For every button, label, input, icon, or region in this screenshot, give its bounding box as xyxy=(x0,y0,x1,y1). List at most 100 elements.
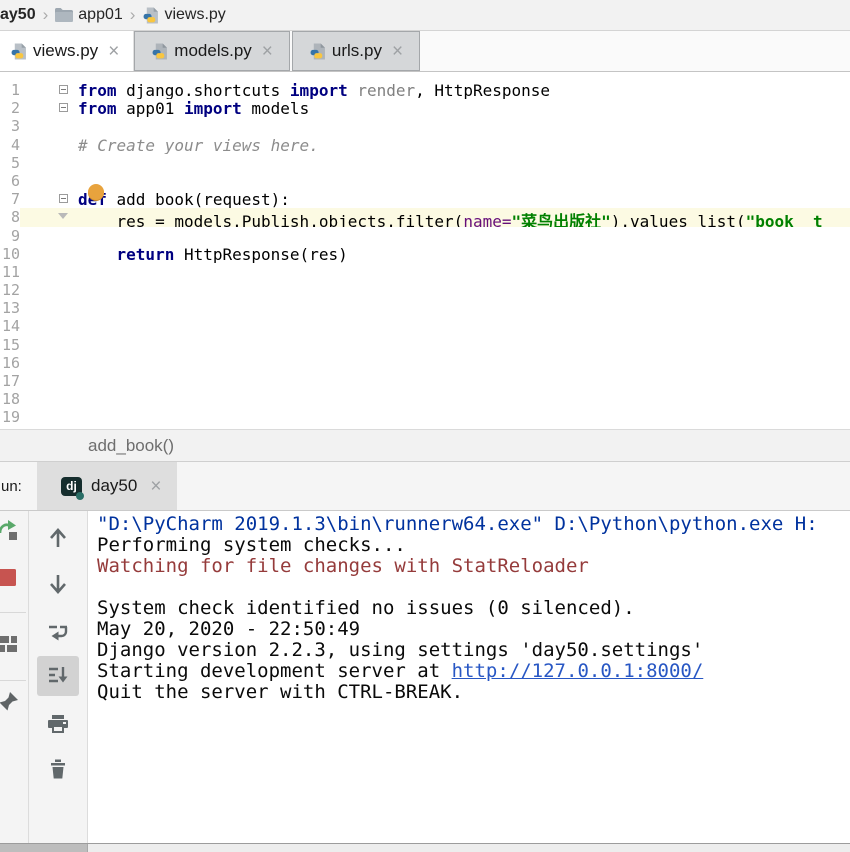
fold-marker-icon[interactable] xyxy=(59,103,68,112)
editor-line: 10 return HttpResponse(res) xyxy=(0,245,850,263)
line-number: 7 xyxy=(0,190,20,208)
running-status-dot xyxy=(76,492,84,500)
editor-line: 11 xyxy=(0,263,850,281)
current-function-label[interactable]: add_book() xyxy=(88,436,174,456)
editor-line: 18 xyxy=(0,390,850,408)
line-number: 4 xyxy=(0,136,20,154)
run-console-output[interactable]: "D:\PyCharm 2019.1.3\bin\runnerw64.exe" … xyxy=(88,511,850,843)
structure-bar: add_book() xyxy=(0,429,850,462)
fold-marker-icon[interactable] xyxy=(58,213,68,219)
run-panel-header: un: dj day50 × xyxy=(0,462,850,511)
breadcrumb-item-file[interactable]: views.py xyxy=(164,6,225,24)
line-number: 13 xyxy=(0,299,20,317)
console-line: "D:\PyCharm 2019.1.3\bin\runnerw64.exe" … xyxy=(97,514,850,535)
editor-line: 2from app01 import models xyxy=(0,99,850,117)
python-file-icon xyxy=(142,7,159,24)
editor-line: 19 xyxy=(0,408,850,426)
soft-wrap-button[interactable] xyxy=(46,620,70,644)
restore-layout-button[interactable] xyxy=(0,632,20,656)
tab-views-py[interactable]: views.py × xyxy=(0,31,134,71)
console-line: Starting development server at http://12… xyxy=(97,661,850,682)
python-file-icon xyxy=(10,43,27,60)
editor-line: 17 xyxy=(0,372,850,390)
editor-line: 4# Create your views here. xyxy=(0,136,850,154)
tab-urls-py[interactable]: urls.py × xyxy=(292,31,420,71)
pin-tab-button[interactable] xyxy=(0,689,20,713)
django-icon: dj xyxy=(61,477,82,496)
python-file-icon xyxy=(151,43,168,60)
editor-line: 1from django.shortcuts import render, Ht… xyxy=(0,81,850,99)
tab-label: urls.py xyxy=(332,41,382,61)
editor-line: 12 xyxy=(0,281,850,299)
editor-line: 14 xyxy=(0,317,850,335)
line-number: 3 xyxy=(0,117,20,135)
scrollbar-track[interactable] xyxy=(88,844,850,852)
editor-line: 6 xyxy=(0,172,850,190)
breadcrumb: ay50 › app01 › views.py xyxy=(0,0,850,31)
line-number: 2 xyxy=(0,99,20,117)
close-icon[interactable]: × xyxy=(108,42,119,61)
line-number: 16 xyxy=(0,354,20,372)
scrollbar-thumb[interactable] xyxy=(0,844,88,852)
run-toolbar-left xyxy=(0,511,29,843)
close-icon[interactable]: × xyxy=(262,42,273,61)
console-line: Watching for file changes with StatReloa… xyxy=(97,556,850,577)
editor-line: 5 xyxy=(0,154,850,172)
tab-label: models.py xyxy=(174,41,251,61)
line-number: 9 xyxy=(0,227,20,245)
line-number: 17 xyxy=(0,372,20,390)
server-url-link[interactable]: http://127.0.0.1:8000/ xyxy=(452,660,704,682)
folder-icon xyxy=(55,8,73,22)
run-toolbar-console xyxy=(29,511,88,843)
console-line: System check identified no issues (0 sil… xyxy=(97,598,850,619)
console-line: May 20, 2020 - 22:50:49 xyxy=(97,619,850,640)
line-number: 12 xyxy=(0,281,20,299)
editor-line: 16 xyxy=(0,354,850,372)
code-editor[interactable]: 1from django.shortcuts import render, Ht… xyxy=(0,72,850,429)
fold-marker-icon[interactable] xyxy=(59,194,68,203)
fold-marker-icon[interactable] xyxy=(59,85,68,94)
editor-line: 7def add_book(request): xyxy=(0,190,850,208)
editor-line: 9 xyxy=(0,227,850,245)
line-number: 11 xyxy=(0,263,20,281)
up-stacktrace-button[interactable] xyxy=(46,526,70,550)
scroll-to-end-button[interactable] xyxy=(46,664,70,688)
toolbar-separator xyxy=(0,680,26,681)
tab-models-py[interactable]: models.py × xyxy=(134,31,290,71)
run-panel: "D:\PyCharm 2019.1.3\bin\runnerw64.exe" … xyxy=(0,511,850,843)
breadcrumb-item-project[interactable]: ay50 xyxy=(0,6,36,24)
intention-bulb-icon[interactable] xyxy=(88,184,104,200)
breadcrumb-item-app01[interactable]: app01 xyxy=(78,6,123,24)
horizontal-scrollbar[interactable] xyxy=(0,843,850,852)
run-tab-label: day50 xyxy=(91,476,137,496)
console-line: Django version 2.2.3, using settings 'da… xyxy=(97,640,850,661)
stop-button[interactable] xyxy=(0,566,18,588)
clear-all-button[interactable] xyxy=(46,757,70,781)
console-line: Quit the server with CTRL-BREAK. xyxy=(97,682,850,703)
rerun-button[interactable] xyxy=(0,518,20,542)
close-icon[interactable]: × xyxy=(392,42,403,61)
editor-line: 15 xyxy=(0,336,850,354)
run-panel-title: un: xyxy=(1,478,37,495)
chevron-right-icon: › xyxy=(128,5,138,25)
editor-line: 13 xyxy=(0,299,850,317)
editor-line: 8 res = models.Publish.objects.filter(na… xyxy=(0,208,850,226)
console-line xyxy=(97,577,850,598)
line-number: 10 xyxy=(0,245,20,263)
line-number: 5 xyxy=(0,154,20,172)
console-line: Performing system checks... xyxy=(97,535,850,556)
line-number: 8 xyxy=(0,208,20,226)
python-file-icon xyxy=(309,43,326,60)
tab-label: views.py xyxy=(33,41,98,61)
run-tab-day50[interactable]: dj day50 × xyxy=(37,462,177,510)
line-number: 1 xyxy=(0,81,20,99)
line-number: 15 xyxy=(0,336,20,354)
editor-line: 3 xyxy=(0,117,850,135)
toolbar-separator xyxy=(0,612,26,613)
line-number: 18 xyxy=(0,390,20,408)
close-icon[interactable]: × xyxy=(150,477,161,496)
print-button[interactable] xyxy=(46,712,70,736)
editor-tab-bar: views.py × models.py × url xyxy=(0,31,850,72)
pycharm-window: ay50 › app01 › views.py xyxy=(0,0,850,852)
down-stacktrace-button[interactable] xyxy=(46,572,70,596)
